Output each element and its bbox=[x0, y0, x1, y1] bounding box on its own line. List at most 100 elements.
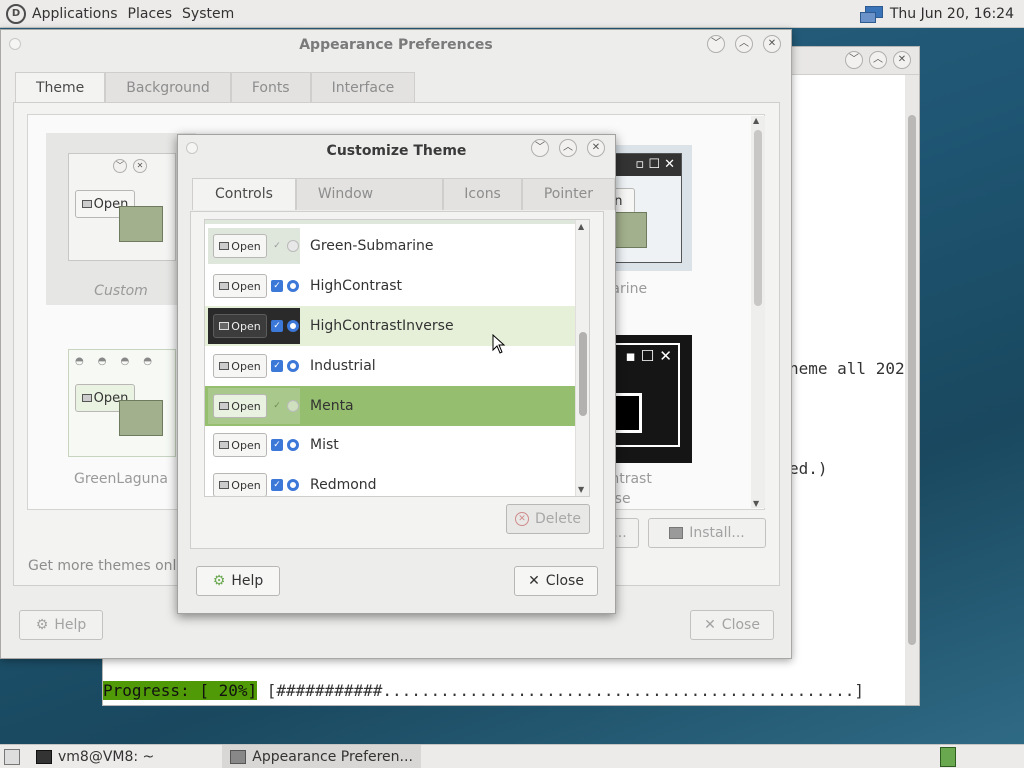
terminal-line: heme all 202 bbox=[789, 359, 905, 378]
maximize-icon[interactable]: ︿ bbox=[869, 51, 887, 69]
controls-theme-list[interactable]: Open ✓ Green-Submarine Open ✓ HighContra… bbox=[204, 219, 590, 497]
progress-label: Progress: [ 20%] bbox=[103, 681, 258, 700]
minimize-icon[interactable]: ﹀ bbox=[707, 35, 725, 53]
tab-fonts[interactable]: Fonts bbox=[230, 72, 311, 104]
taskbar-item-appearance[interactable]: Appearance Preferen... bbox=[222, 744, 421, 768]
preview-button-icon: ◓ bbox=[120, 356, 130, 367]
maximize-icon[interactable]: ︿ bbox=[735, 35, 753, 53]
help-icon: ⚙ bbox=[212, 573, 226, 589]
progress-line: Progress: [ 20%] [###########...........… bbox=[103, 681, 864, 700]
bottom-taskbar: vm8@VM8: ~ Appearance Preferen... bbox=[0, 744, 1024, 768]
preview-button-icon: ◓ bbox=[97, 356, 107, 367]
tab-icons[interactable]: Icons bbox=[443, 178, 522, 210]
checkbox-icon: ✓ bbox=[271, 320, 283, 332]
checkbox-icon: ✓ bbox=[271, 360, 283, 372]
theme-label: Menta bbox=[310, 398, 354, 414]
clock[interactable]: Thu Jun 20, 16:24 bbox=[890, 6, 1014, 22]
help-button[interactable]: ⚙ Help bbox=[196, 566, 280, 596]
terminal-scrollbar[interactable] bbox=[905, 75, 919, 705]
checkbox-icon: ✓ bbox=[273, 241, 281, 251]
theme-label: Industrial bbox=[310, 358, 376, 374]
show-desktop-icon[interactable] bbox=[4, 748, 20, 765]
theme-label: Mist bbox=[310, 437, 339, 453]
theme-name: GreenLaguna bbox=[74, 471, 168, 487]
theme-gallery-scrollbar[interactable]: ▲ ▼ bbox=[751, 116, 765, 508]
minimize-icon[interactable]: ﹀ bbox=[531, 139, 549, 157]
radio-icon bbox=[287, 400, 299, 412]
terminal-line: ed.) bbox=[789, 459, 828, 478]
preview-open-button: Open bbox=[213, 234, 267, 258]
top-panel: D Applications Places System Thu Jun 20,… bbox=[0, 0, 1024, 28]
tab-interface[interactable]: Interface bbox=[310, 72, 416, 104]
progress-bar: [###########............................… bbox=[257, 681, 864, 700]
folder-icon bbox=[119, 206, 163, 242]
checkbox-icon: ✓ bbox=[271, 439, 283, 451]
checkbox-icon: ✓ bbox=[271, 479, 283, 491]
maximize-icon[interactable]: ︿ bbox=[559, 139, 577, 157]
list-item[interactable]: Open ✓ Industrial bbox=[205, 346, 576, 386]
theme-preview: Open ✓ bbox=[208, 388, 300, 424]
list-item[interactable]: Open ✓ HighContrast bbox=[205, 266, 576, 306]
close-button[interactable]: ✕ Close bbox=[514, 566, 598, 596]
install-icon bbox=[669, 527, 684, 539]
radio-icon bbox=[287, 280, 299, 292]
list-item-selected[interactable]: Open ✓ Menta bbox=[205, 386, 576, 426]
theme-preview: Open ✓ bbox=[208, 348, 300, 384]
theme-preview: Open ✓ bbox=[208, 308, 300, 344]
tab-background[interactable]: Background bbox=[105, 72, 231, 104]
trash-icon[interactable] bbox=[940, 747, 956, 767]
tab-window-border[interactable]: Window Border bbox=[295, 178, 444, 233]
theme-label: HighContrast bbox=[310, 278, 402, 294]
delete-button[interactable]: ✕ Delete bbox=[506, 504, 590, 534]
theme-preview: Open ✓ bbox=[208, 228, 300, 264]
radio-icon bbox=[287, 320, 299, 332]
preview-button-icon: ◓ bbox=[143, 356, 152, 367]
scroll-down-icon[interactable]: ▼ bbox=[578, 485, 584, 494]
close-icon: ✕ bbox=[704, 617, 716, 633]
list-item-partial bbox=[205, 220, 576, 224]
window-title: Appearance Preferences bbox=[299, 37, 493, 53]
mouse-pointer-icon bbox=[492, 334, 506, 354]
get-more-themes-link[interactable]: Get more themes onlin bbox=[28, 558, 189, 574]
radio-icon bbox=[287, 360, 299, 372]
list-item-hovered[interactable]: Open ✓ HighContrastInverse bbox=[205, 306, 576, 346]
customize-theme-dialog: Customize Theme ﹀ ︿ ✕ Controls Window Bo… bbox=[177, 134, 616, 614]
theme-preview: Open ✓ bbox=[208, 427, 300, 463]
help-button[interactable]: ⚙ Help bbox=[19, 610, 103, 640]
preview-close-icon: ✕ bbox=[133, 159, 147, 173]
close-icon: ✕ bbox=[528, 573, 540, 589]
preview-titlebar: ▪ ☐ ✕ bbox=[625, 347, 672, 365]
menu-system[interactable]: System bbox=[182, 6, 234, 22]
close-icon[interactable]: ✕ bbox=[587, 139, 605, 157]
tab-theme[interactable]: Theme bbox=[15, 72, 106, 104]
close-icon[interactable]: ✕ bbox=[893, 51, 911, 69]
help-icon: ⚙ bbox=[35, 617, 49, 633]
minimize-icon[interactable]: ﹀ bbox=[845, 51, 863, 69]
preview-open-button: Open bbox=[213, 354, 267, 378]
theme-tile-custom[interactable]: ﹀ ✕ Open Custom bbox=[46, 133, 196, 305]
list-item[interactable]: Open ✓ Mist bbox=[205, 425, 576, 465]
tab-controls[interactable]: Controls bbox=[192, 178, 296, 210]
install-button[interactable]: Install... bbox=[648, 518, 766, 548]
appearance-icon bbox=[230, 749, 247, 764]
list-scrollbar[interactable]: ▲ ▼ bbox=[575, 220, 589, 496]
preview-open-button: Open bbox=[213, 473, 267, 496]
preview-open-button: Open bbox=[213, 274, 267, 298]
tab-pointer[interactable]: Pointer bbox=[521, 178, 615, 210]
close-button[interactable]: ✕ Close bbox=[690, 610, 774, 640]
scroll-up-icon[interactable]: ▲ bbox=[578, 222, 584, 231]
close-icon[interactable]: ✕ bbox=[763, 35, 781, 53]
delete-icon: ✕ bbox=[515, 512, 529, 526]
network-icon[interactable] bbox=[859, 6, 883, 23]
theme-tile-greenlaguna[interactable]: ◓ ◓ ◓ ◓ Open GreenLaguna bbox=[46, 345, 196, 517]
theme-preview: Open ✓ bbox=[208, 268, 300, 304]
radio-icon bbox=[287, 240, 299, 252]
taskbar-item-terminal[interactable]: vm8@VM8: ~ bbox=[28, 745, 162, 768]
customize-tabs: Controls Window Border Icons Pointer bbox=[192, 178, 615, 233]
menu-applications[interactable]: Applications bbox=[32, 6, 118, 22]
menu-places[interactable]: Places bbox=[128, 6, 173, 22]
list-item[interactable]: Open ✓ Green-Submarine bbox=[205, 226, 576, 266]
terminal-icon bbox=[36, 749, 52, 764]
list-item[interactable]: Open ✓ Redmond bbox=[205, 465, 576, 496]
distro-logo-icon[interactable]: D bbox=[6, 3, 26, 24]
